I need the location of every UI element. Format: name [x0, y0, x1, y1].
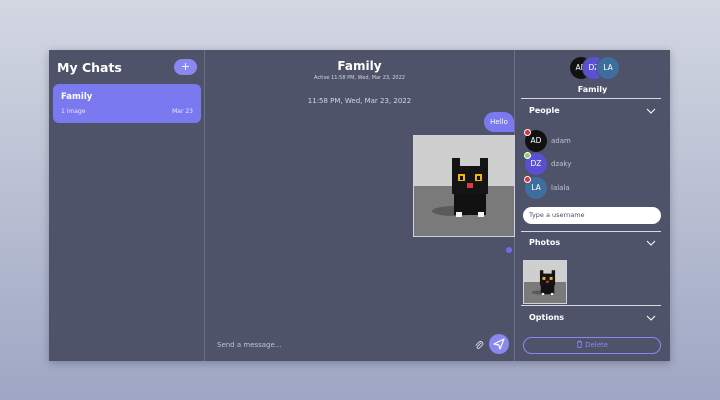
person-item[interactable]: DZ dzaky	[524, 152, 665, 175]
chat-preview: 1 image	[61, 108, 86, 115]
chats-sidebar: My Chats + Family 1 image Mar 23	[49, 50, 205, 361]
send-button[interactable]	[489, 334, 509, 354]
status-dot	[524, 176, 531, 183]
chat-app-window: My Chats + Family 1 image Mar 23 Family …	[49, 50, 670, 361]
divider	[521, 98, 661, 99]
conversation-panel: Family Active 11:58 PM, Wed, Mar 23, 202…	[205, 50, 515, 361]
photo-thumbnail[interactable]	[523, 260, 567, 304]
read-receipt-dot	[506, 247, 512, 253]
paperclip-icon[interactable]	[474, 340, 484, 350]
add-chat-button[interactable]: +	[174, 59, 197, 75]
message-timestamp: 11:58 PM, Wed, Mar 23, 2022	[307, 97, 412, 105]
avatar: LA	[596, 56, 620, 80]
conversation-title: Family	[337, 59, 382, 73]
send-icon	[493, 338, 505, 350]
my-chats-title: My Chats	[57, 60, 122, 75]
people-section-header[interactable]: People	[529, 106, 560, 115]
chat-name: Family	[61, 92, 93, 102]
chevron-down-icon[interactable]	[646, 108, 656, 114]
username-input[interactable]: Type a username	[523, 207, 661, 224]
delete-label: Delete	[585, 341, 609, 349]
message-input[interactable]: Send a message...	[217, 341, 282, 349]
divider	[521, 231, 661, 232]
chevron-down-icon[interactable]	[646, 240, 656, 246]
person-item[interactable]: LA lalala	[524, 176, 665, 199]
person-name: lalala	[551, 184, 570, 192]
message-bubble: Hello	[484, 112, 514, 132]
cat-image	[414, 136, 514, 236]
chat-list-item[interactable]: Family 1 image Mar 23	[53, 84, 201, 123]
cat-thumbnail-image	[524, 261, 566, 303]
person-name: dzaky	[551, 160, 572, 168]
delete-button[interactable]: Delete	[523, 337, 661, 354]
chat-date: Mar 23	[172, 108, 193, 115]
status-dot	[524, 129, 531, 136]
status-dot	[524, 152, 531, 159]
chevron-down-icon[interactable]	[646, 315, 656, 321]
group-name: Family	[577, 85, 608, 94]
trash-icon	[576, 340, 582, 348]
photos-section-header[interactable]: Photos	[529, 238, 560, 247]
active-status: Active 11:58 PM, Wed, Mar 23, 2022	[314, 75, 405, 81]
divider	[521, 305, 661, 306]
person-item[interactable]: AD adam	[524, 129, 665, 152]
person-name: adam	[551, 137, 571, 145]
image-message[interactable]	[413, 135, 515, 237]
details-panel: AD DZ LA Family People AD adam DZ dzaky …	[515, 50, 670, 361]
options-section-header[interactable]: Options	[529, 313, 564, 322]
